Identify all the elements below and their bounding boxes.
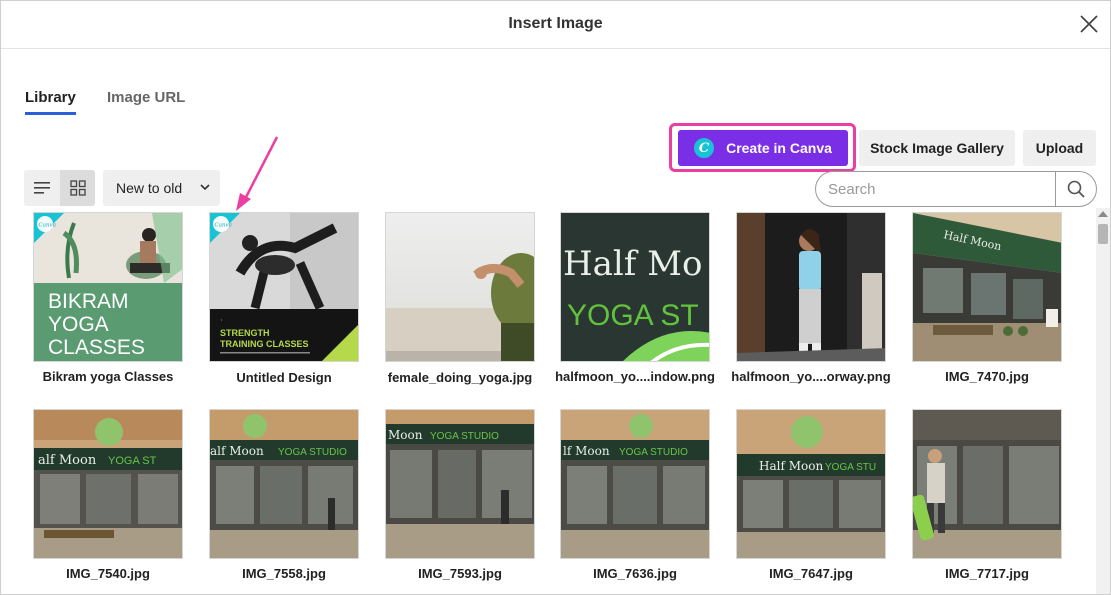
bikram-yoga-thumbnail: BIKRAM YOGA CLASSES Canva bbox=[34, 213, 182, 361]
image-caption: IMG_7593.jpg bbox=[418, 566, 502, 581]
image-tile-img-7647[interactable]: Half Moon YOGA STU bbox=[736, 409, 886, 559]
img-7558-thumbnail: alf Moon YOGA STUDIO bbox=[210, 410, 358, 558]
svg-text:YOGA STUDIO: YOGA STUDIO bbox=[278, 447, 347, 458]
view-toggle bbox=[24, 170, 95, 206]
dialog-title: Insert Image bbox=[508, 15, 603, 32]
grid-icon bbox=[69, 180, 86, 196]
image-tile-img-7717[interactable] bbox=[912, 409, 1062, 559]
upload-button[interactable]: Upload bbox=[1023, 130, 1096, 166]
image-tile-img-7636[interactable]: lf Moon YOGA STUDIO bbox=[560, 409, 710, 559]
scrollbar[interactable] bbox=[1096, 208, 1110, 594]
tile-text-line: YOGA ST bbox=[567, 299, 699, 332]
image-tile-halfmoon-window[interactable]: Half Mo YOGA ST bbox=[560, 212, 710, 362]
image-caption: Untitled Design bbox=[236, 370, 332, 385]
grid-view-button[interactable] bbox=[60, 170, 95, 206]
stock-image-gallery-button[interactable]: Stock Image Gallery bbox=[859, 130, 1015, 166]
svg-text:YOGA STUDIO: YOGA STUDIO bbox=[619, 447, 688, 458]
halfmoon-doorway-thumbnail bbox=[737, 213, 885, 361]
img-7717-thumbnail bbox=[913, 410, 1061, 558]
img-7540-thumbnail: alf Moon YOGA ST bbox=[34, 410, 182, 558]
create-in-canva-button[interactable]: C Create in Canva bbox=[678, 130, 848, 166]
tile-text-line: Half Mo bbox=[563, 244, 702, 284]
img-7636-thumbnail: lf Moon YOGA STUDIO bbox=[561, 410, 709, 558]
image-tile-img-7558[interactable]: alf Moon YOGA STUDIO bbox=[209, 409, 359, 559]
image-caption: IMG_7540.jpg bbox=[66, 566, 150, 581]
svg-text:YOGA ST: YOGA ST bbox=[108, 455, 157, 467]
scroll-up-arrow-icon[interactable] bbox=[1098, 211, 1108, 217]
image-tile-img-7470[interactable]: Half Moon bbox=[912, 212, 1062, 362]
tile-text-line: STRENGTH bbox=[220, 328, 270, 338]
img-7647-thumbnail: Half Moon YOGA STU bbox=[737, 410, 885, 558]
search-input[interactable] bbox=[816, 172, 1056, 206]
search-box bbox=[815, 171, 1097, 207]
search-button[interactable] bbox=[1055, 172, 1096, 206]
image-caption: halfmoon_yo....indow.png bbox=[555, 369, 715, 384]
tile-text-line: BIKRAM bbox=[48, 290, 129, 313]
img-7470-thumbnail: Half Moon bbox=[913, 213, 1061, 361]
sort-dropdown[interactable]: New to old bbox=[103, 170, 220, 206]
tile-text-line: TRAINING CLASSES bbox=[220, 339, 309, 349]
female-doing-yoga-thumbnail bbox=[386, 213, 534, 361]
svg-text:alf Moon: alf Moon bbox=[38, 453, 97, 468]
image-caption: IMG_7470.jpg bbox=[945, 369, 1029, 384]
image-tile-untitled-design[interactable]: • STRENGTH TRAINING CLASSES Canva bbox=[209, 212, 359, 362]
image-tile-img-7540[interactable]: alf Moon YOGA ST bbox=[33, 409, 183, 559]
tab-library[interactable]: Library bbox=[25, 89, 76, 115]
tile-text-line: CLASSES bbox=[48, 336, 145, 359]
canva-logo-icon: C bbox=[694, 138, 715, 158]
image-tile-halfmoon-doorway[interactable] bbox=[736, 212, 886, 362]
annotation-arrow-icon bbox=[236, 136, 279, 211]
scroll-thumb[interactable] bbox=[1098, 224, 1108, 244]
image-caption: IMG_7558.jpg bbox=[242, 566, 326, 581]
close-button[interactable] bbox=[1076, 11, 1102, 37]
list-view-button[interactable] bbox=[24, 170, 59, 206]
halfmoon-window-thumbnail: Half Mo YOGA ST bbox=[561, 213, 709, 361]
image-caption: IMG_7636.jpg bbox=[593, 566, 677, 581]
svg-text:alf Moon: alf Moon bbox=[210, 444, 264, 458]
img-7593-thumbnail: Moon YOGA STUDIO bbox=[386, 410, 534, 558]
close-icon bbox=[1080, 15, 1098, 33]
svg-text:Moon: Moon bbox=[388, 428, 423, 442]
image-tile-female-doing-yoga[interactable] bbox=[385, 212, 535, 362]
list-icon bbox=[33, 182, 50, 194]
insert-image-dialog: Insert Image Library Image URL C Create … bbox=[0, 0, 1111, 595]
svg-text:YOGA STUDIO: YOGA STUDIO bbox=[430, 431, 499, 442]
svg-text:Half Moon: Half Moon bbox=[759, 459, 823, 473]
svg-text:YOGA STU: YOGA STU bbox=[825, 462, 876, 473]
untitled-design-thumbnail: • STRENGTH TRAINING CLASSES Canva bbox=[210, 213, 358, 361]
image-caption: IMG_7717.jpg bbox=[945, 566, 1029, 581]
svg-text:lf Moon: lf Moon bbox=[563, 444, 610, 458]
image-caption: Bikram yoga Classes bbox=[42, 369, 174, 384]
image-caption: female_doing_yoga.jpg bbox=[387, 370, 533, 385]
tile-text-line: YOGA bbox=[48, 313, 109, 336]
sort-value: New to old bbox=[116, 180, 183, 196]
create-in-canva-label: Create in Canva bbox=[726, 140, 832, 156]
image-caption: IMG_7647.jpg bbox=[769, 566, 853, 581]
image-tile-img-7593[interactable]: Moon YOGA STUDIO bbox=[385, 409, 535, 559]
dialog-header: Insert Image bbox=[1, 1, 1110, 49]
image-tile-bikram-yoga[interactable]: BIKRAM YOGA CLASSES Canva bbox=[33, 212, 183, 362]
image-caption: halfmoon_yo....orway.png bbox=[731, 369, 891, 384]
canva-brand-mark: Canva bbox=[215, 223, 232, 229]
tab-image-url[interactable]: Image URL bbox=[107, 89, 185, 112]
search-icon bbox=[1067, 180, 1085, 198]
canva-brand-mark: Canva bbox=[39, 223, 56, 229]
chevron-down-icon bbox=[200, 184, 210, 191]
